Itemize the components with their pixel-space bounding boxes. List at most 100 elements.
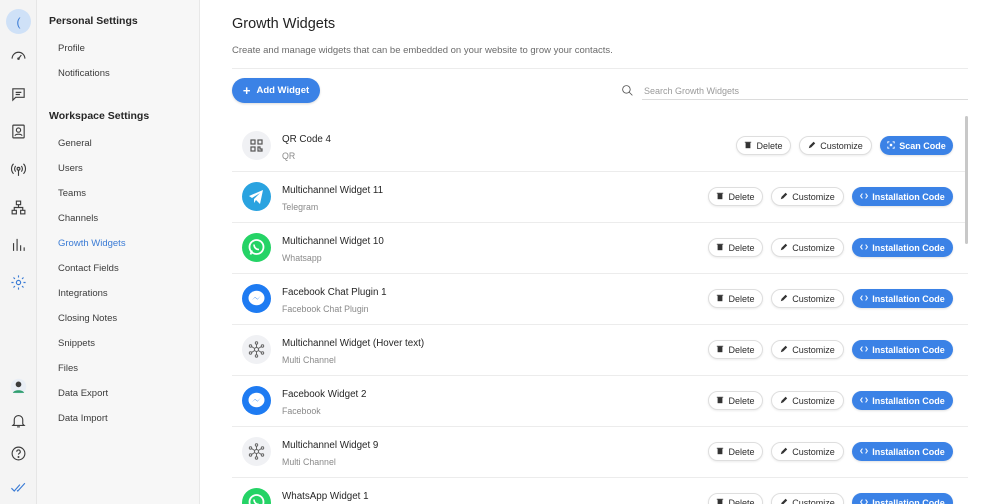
action-label: Installation Code <box>872 191 945 202</box>
menu-item-data-import[interactable]: Data Import <box>58 413 108 424</box>
widget-name: Facebook Chat Plugin 1 <box>282 287 387 298</box>
delete-button[interactable]: Delete <box>708 442 763 461</box>
customize-button[interactable]: Customize <box>799 136 872 155</box>
main-content: Growth Widgets Create and manage widgets… <box>200 0 1000 504</box>
scan-code-button[interactable]: Scan Code <box>880 136 953 155</box>
messages-icon[interactable] <box>6 82 31 107</box>
menu-item-snippets[interactable]: Snippets <box>58 338 95 349</box>
delete-button[interactable]: Delete <box>736 136 791 155</box>
widget-row[interactable]: Multichannel Widget 11 Telegram Delete Cust… <box>232 172 968 223</box>
pencil-icon <box>780 345 788 355</box>
pencil-icon <box>780 192 788 202</box>
code-icon <box>860 498 869 504</box>
widget-type: Telegram <box>282 202 319 212</box>
customize-button[interactable]: Customize <box>771 391 844 410</box>
menu-item-integrations[interactable]: Integrations <box>58 288 108 299</box>
widget-type: Facebook <box>282 406 321 416</box>
search-icon[interactable] <box>621 84 634 97</box>
plus-icon: + <box>242 83 251 98</box>
pencil-icon <box>780 447 788 457</box>
broadcast-icon[interactable] <box>6 157 31 182</box>
delete-button[interactable]: Delete <box>708 289 763 308</box>
telegram-icon <box>242 182 271 211</box>
delete-label: Delete <box>728 344 755 355</box>
customize-label: Customize <box>792 293 835 304</box>
contacts-icon[interactable] <box>6 119 31 144</box>
reports-icon[interactable] <box>6 232 31 257</box>
delete-button[interactable]: Delete <box>708 391 763 410</box>
installation-code-button[interactable]: Installation Code <box>852 391 953 410</box>
widget-type: QR <box>282 151 296 161</box>
action-label: Scan Code <box>899 140 946 151</box>
help-icon[interactable] <box>6 441 31 466</box>
delete-button[interactable]: Delete <box>708 493 763 504</box>
widget-row[interactable]: Multichannel Widget 9 Multi Channel Delete… <box>232 427 968 478</box>
widget-type: Multi Channel <box>282 355 336 365</box>
customize-button[interactable]: Customize <box>771 187 844 206</box>
installation-code-button[interactable]: Installation Code <box>852 187 953 206</box>
icon-rail: ( <box>0 0 37 504</box>
menu-item-closing-notes[interactable]: Closing Notes <box>58 313 117 324</box>
delete-button[interactable]: Delete <box>708 187 763 206</box>
workspace-settings-heading: Workspace Settings <box>49 110 150 122</box>
dashboard-icon[interactable] <box>6 44 31 69</box>
scrollbar[interactable] <box>965 116 968 244</box>
add-widget-button[interactable]: + Add Widget <box>232 78 320 103</box>
widget-row[interactable]: QR Code 4 QR Delete Customize Scan Code <box>232 121 968 172</box>
qr-icon <box>242 131 271 160</box>
menu-item-growth-widgets[interactable]: Growth Widgets <box>58 238 126 249</box>
customize-button[interactable]: Customize <box>771 493 844 504</box>
menu-item-notifications[interactable]: Notifications <box>58 68 110 79</box>
workflows-icon[interactable] <box>6 195 31 220</box>
user-avatar[interactable] <box>6 374 31 399</box>
widget-row[interactable]: WhatsApp Widget 1 Delete Customize Installa… <box>232 478 968 504</box>
bell-icon[interactable] <box>6 408 31 433</box>
widget-name: Multichannel Widget 11 <box>282 185 384 196</box>
installation-code-button[interactable]: Installation Code <box>852 493 953 504</box>
messenger-icon <box>242 284 271 313</box>
messenger-icon <box>242 386 271 415</box>
delete-button[interactable]: Delete <box>708 340 763 359</box>
customize-button[interactable]: Customize <box>771 238 844 257</box>
installation-code-button[interactable]: Installation Code <box>852 340 953 359</box>
menu-item-files[interactable]: Files <box>58 363 78 374</box>
checkmarks-logo-icon[interactable] <box>6 475 31 500</box>
action-label: Installation Code <box>872 497 945 504</box>
customize-label: Customize <box>792 191 835 202</box>
widget-type: Multi Channel <box>282 457 336 467</box>
installation-code-button[interactable]: Installation Code <box>852 238 953 257</box>
pencil-icon <box>780 396 788 406</box>
scan-icon <box>887 140 895 151</box>
menu-item-profile[interactable]: Profile <box>58 43 85 54</box>
trash-icon <box>716 294 724 304</box>
widget-name: Multichannel Widget 10 <box>282 236 384 247</box>
customize-button[interactable]: Customize <box>771 340 844 359</box>
menu-item-teams[interactable]: Teams <box>58 188 86 199</box>
widget-row[interactable]: Multichannel Widget 10 Whatsapp Delete Cust… <box>232 223 968 274</box>
customize-label: Customize <box>792 242 835 253</box>
menu-item-data-export[interactable]: Data Export <box>58 388 108 399</box>
menu-item-contact-fields[interactable]: Contact Fields <box>58 263 119 274</box>
menu-item-general[interactable]: General <box>58 138 92 149</box>
customize-button[interactable]: Customize <box>771 442 844 461</box>
delete-label: Delete <box>728 446 755 457</box>
trash-icon <box>716 243 724 253</box>
code-icon <box>860 396 869 406</box>
widget-row[interactable]: Facebook Chat Plugin 1 Facebook Chat Plug… <box>232 274 968 325</box>
delete-button[interactable]: Delete <box>708 238 763 257</box>
settings-icon[interactable] <box>6 270 31 295</box>
widget-row[interactable]: Facebook Widget 2 Facebook Delete Customize… <box>232 376 968 427</box>
code-icon <box>860 447 869 457</box>
menu-item-channels[interactable]: Channels <box>58 213 98 224</box>
action-label: Installation Code <box>872 242 945 253</box>
search-input[interactable] <box>642 82 968 100</box>
installation-code-button[interactable]: Installation Code <box>852 442 953 461</box>
menu-item-users[interactable]: Users <box>58 163 83 174</box>
workspace-avatar[interactable]: ( <box>6 9 31 34</box>
customize-label: Customize <box>792 395 835 406</box>
installation-code-button[interactable]: Installation Code <box>852 289 953 308</box>
multichannel-icon <box>242 437 271 466</box>
customize-button[interactable]: Customize <box>771 289 844 308</box>
widget-name: WhatsApp Widget 1 <box>282 491 369 502</box>
widget-row[interactable]: Multichannel Widget (Hover text) Multi Ch… <box>232 325 968 376</box>
